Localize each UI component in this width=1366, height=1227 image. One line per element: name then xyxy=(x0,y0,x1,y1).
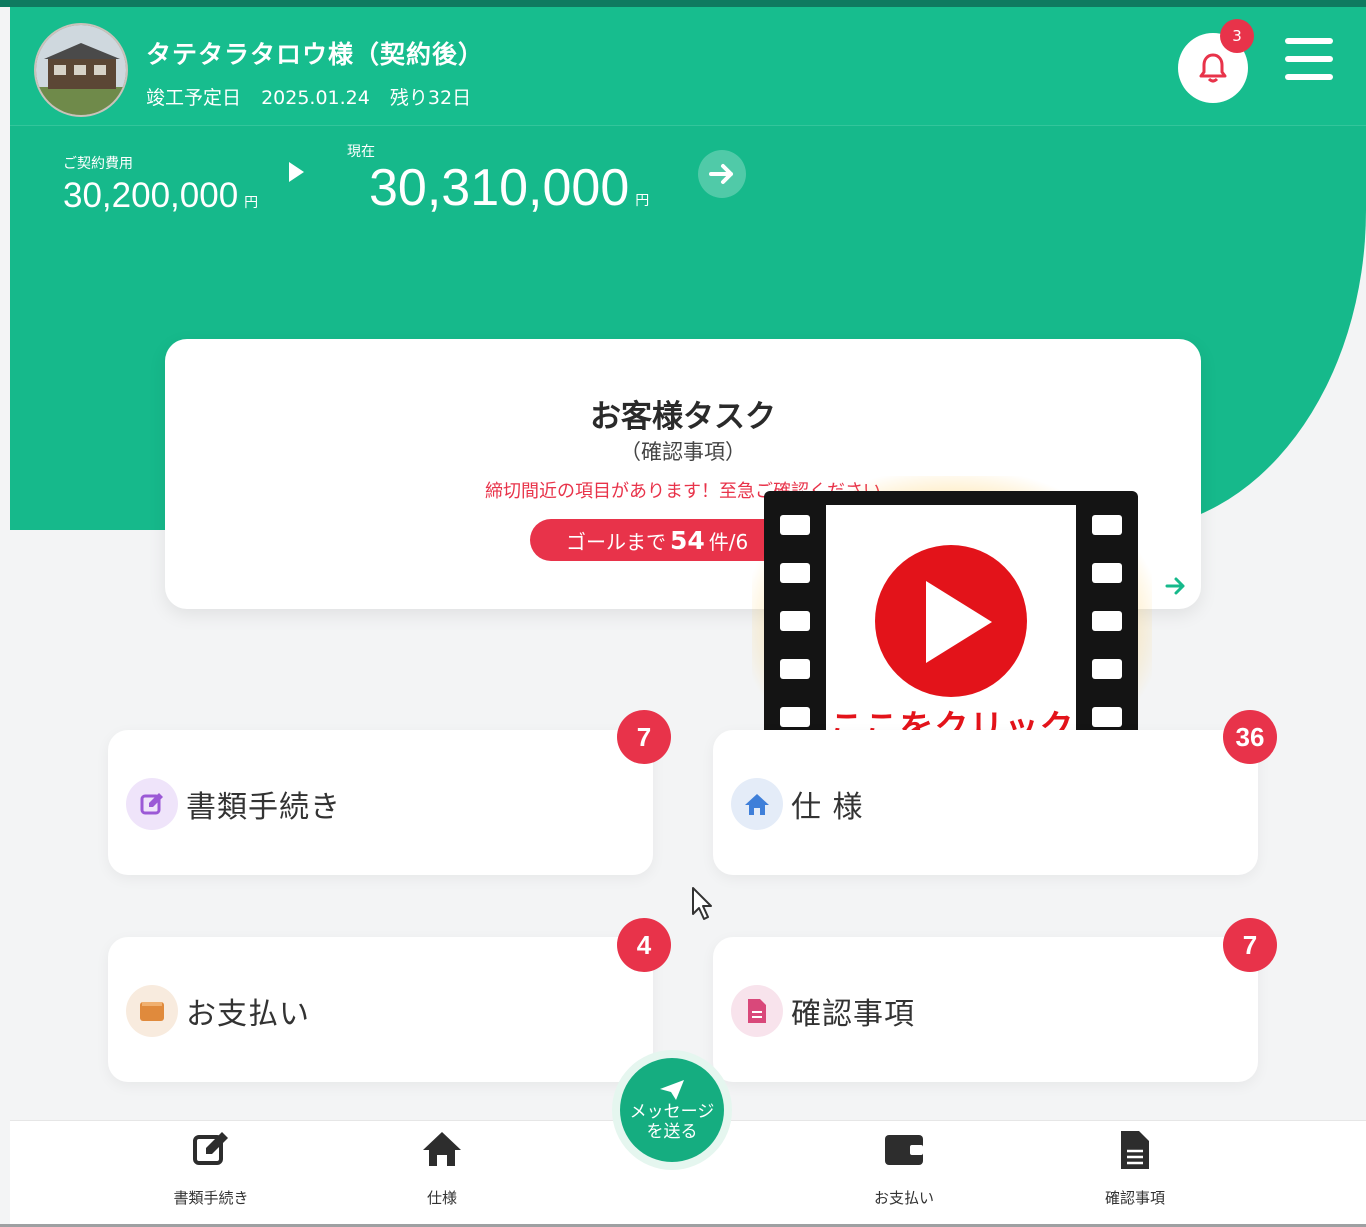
send-message-button[interactable]: メッセージ を送る xyxy=(612,1050,732,1170)
menu-label-payments: お支払い xyxy=(186,997,310,1032)
edit-icon xyxy=(193,1132,228,1165)
current-cost-value: 30,310,000 円 xyxy=(369,159,650,217)
badge-confirmations: 7 xyxy=(1223,918,1277,972)
menu-label-documents: 書類手続き xyxy=(186,790,341,825)
customer-name: タテタラタロウ様（契約後） xyxy=(146,40,485,69)
menu-card-documents[interactable]: 書類手続き xyxy=(108,730,653,875)
top-border xyxy=(0,0,1366,7)
nav-item-specifications[interactable]: 仕様 xyxy=(372,1121,512,1225)
menu-label-specifications: 仕 様 xyxy=(791,790,864,825)
arrow-right-icon xyxy=(709,164,733,184)
wallet-icon xyxy=(885,1135,923,1165)
avatar[interactable] xyxy=(34,23,128,117)
task-title: お客様タスク xyxy=(590,399,776,435)
bell-icon xyxy=(1199,53,1227,83)
paper-plane-icon xyxy=(660,1080,684,1100)
remaining-days: 残り32日 xyxy=(389,87,472,109)
contract-cost-label: ご契約費用 xyxy=(63,156,133,172)
edit-icon xyxy=(126,778,178,830)
badge-specifications: 36 xyxy=(1223,710,1277,764)
badge-payments: 4 xyxy=(617,918,671,972)
document-icon xyxy=(731,985,783,1037)
contract-cost-value: 30,200,000 円 xyxy=(63,176,259,215)
home-icon xyxy=(731,778,783,830)
send-message-inner: メッセージ を送る xyxy=(620,1058,724,1162)
nav-item-confirmations[interactable]: 確認事項 xyxy=(1065,1121,1205,1225)
badge-documents: 7 xyxy=(617,710,671,764)
nav-item-payments[interactable]: お支払い xyxy=(834,1121,974,1225)
menu-card-payments[interactable]: お支払い xyxy=(108,937,653,1082)
play-arrow-icon xyxy=(289,162,304,182)
home-icon xyxy=(423,1132,461,1166)
menu-card-specifications[interactable]: 仕 様 xyxy=(713,730,1258,875)
hamburger-menu-icon[interactable] xyxy=(1285,38,1333,86)
nav-item-documents[interactable]: 書類手続き xyxy=(141,1121,281,1225)
nav-label-specifications: 仕様 xyxy=(426,1189,457,1207)
notification-badge: 3 xyxy=(1220,19,1254,53)
menu-card-confirmations[interactable]: 確認事項 xyxy=(713,937,1258,1082)
message-label-line1: メッセージ xyxy=(629,1102,715,1122)
nav-label-payments: お支払い xyxy=(873,1189,934,1207)
menu-label-confirmations: 確認事項 xyxy=(791,997,915,1032)
task-subtitle: （確認事項） xyxy=(620,440,746,464)
cost-detail-button[interactable] xyxy=(698,150,746,198)
mouse-cursor-icon xyxy=(692,887,712,920)
nav-label-confirmations: 確認事項 xyxy=(1104,1189,1165,1207)
completion-label: 竣工予定日 xyxy=(146,87,242,109)
wallet-icon xyxy=(126,985,178,1037)
document-icon xyxy=(1121,1131,1149,1169)
task-arrow-icon[interactable] xyxy=(1164,574,1188,598)
message-label-line2: を送る xyxy=(646,1122,698,1142)
completion-date: 2025.01.24 xyxy=(261,87,370,109)
nav-label-documents: 書類手続き xyxy=(173,1189,249,1207)
completion-info: 竣工予定日 2025.01.24 残り32日 xyxy=(146,83,485,110)
